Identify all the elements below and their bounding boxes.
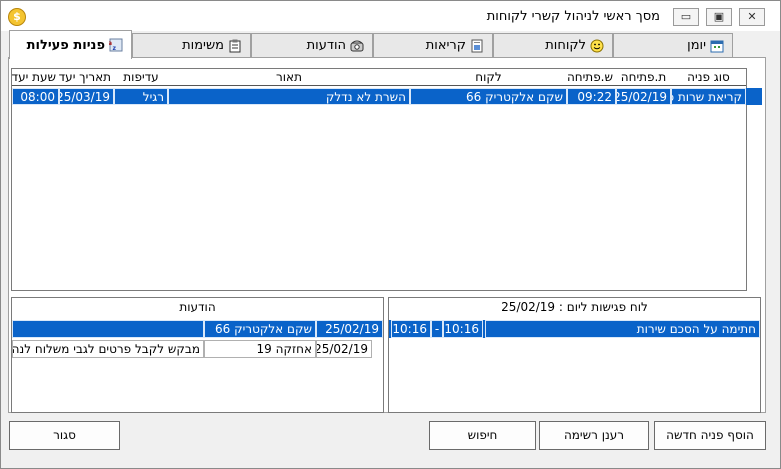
meeting-end: 10:16 [391, 320, 431, 338]
meeting-start: 10:16 [443, 320, 483, 338]
cell-type: קריאת שרות כנ [671, 88, 746, 105]
message-date: 25/02/19 [316, 340, 372, 358]
table-row[interactable]: 08:00 25/03/19 רגיל השרת לא נדלק שקם אלק… [12, 88, 762, 105]
cell-due-date: 25/03/19 [59, 88, 114, 105]
document-icon [471, 39, 483, 52]
meeting-separator: - [431, 320, 443, 338]
meetings-title: לוח פגישות ליום : 25/02/19 [501, 300, 648, 314]
meeting-subject: חתימה על הסכם שירות [485, 320, 760, 338]
message-from: אחזקה 19 [204, 340, 316, 358]
cell-open-date: 25/02/19 [616, 88, 671, 105]
tab-active-inquiries[interactable]: az פניות פעילות [9, 30, 132, 59]
cell-priority: רגיל [114, 88, 168, 105]
header-customer[interactable]: לקוח [410, 69, 567, 86]
message-date: 25/02/19 [316, 320, 383, 338]
smiley-icon [590, 39, 604, 52]
message-text [12, 320, 204, 338]
sort-az-icon: az [109, 38, 123, 52]
tab-tasks[interactable]: משימות [132, 33, 251, 57]
tab-messages[interactable]: הודעות [251, 33, 373, 57]
list-item[interactable]: מבקש לקבל פרטים לגבי משלוח לנהריה אחזקה … [12, 340, 383, 358]
tab-calendar[interactable]: יומן [613, 33, 733, 57]
tab-label: לקוחות [545, 38, 586, 53]
close-window-button[interactable]: ✕ [739, 8, 765, 26]
meetings-panel[interactable]: לוח פגישות ליום : 25/02/19 10:16 - 10:16… [388, 297, 761, 413]
header-due-date[interactable]: תאריך יעד [59, 69, 114, 86]
refresh-list-button[interactable]: רענן רשימה [539, 421, 649, 450]
list-item[interactable]: שקם אלקטריק 66 25/02/19 [12, 320, 383, 338]
svg-text:z: z [113, 45, 117, 52]
cell-description: השרת לא נדלק [168, 88, 410, 105]
title-bar[interactable]: $ מסך ראשי לניהול קשרי לקוחות ▭ ▣ ✕ [1, 1, 780, 31]
header-open-date[interactable]: ת.פתיחה [616, 69, 671, 86]
tab-label: קריאות [425, 38, 466, 53]
tab-customers[interactable]: לקוחות [493, 33, 613, 57]
add-inquiry-button[interactable]: הוסף פניה חדשה [654, 421, 766, 450]
phone-icon [350, 40, 364, 51]
tab-label: הודעות [306, 38, 346, 53]
search-button[interactable]: חיפוש [429, 421, 536, 450]
cell-due-time: 08:00 [12, 88, 59, 105]
close-button[interactable]: סגור [9, 421, 120, 450]
cell-open-time: 09:22 [567, 88, 616, 105]
messages-panel[interactable]: הודעות שקם אלקטריק 66 25/02/19 מבקש לקבל… [11, 297, 384, 413]
tab-label: יומן [687, 38, 706, 53]
tab-label: פניות פעילות [26, 37, 105, 53]
clipboard-icon [229, 39, 241, 52]
message-from: שקם אלקטריק 66 [204, 320, 316, 338]
tab-label: משימות [182, 38, 224, 53]
inquiries-table[interactable]: שעת יעד תאריך יעד עדיפות תאור לקוח ש.פתי… [11, 68, 762, 291]
list-item[interactable]: 10:16 - 10:16 חתימה על הסכם שירות [389, 320, 760, 338]
tab-calls[interactable]: קריאות [373, 33, 493, 57]
table-header: שעת יעד תאריך יעד עדיפות תאור לקוח ש.פתי… [12, 69, 746, 86]
calendar-icon [710, 40, 724, 52]
message-text: מבקש לקבל פרטים לגבי משלוח לנהריה [12, 340, 204, 358]
window-title: מסך ראשי לניהול קשרי לקוחות [486, 9, 660, 24]
messages-title: הודעות [179, 300, 216, 314]
tab-strip: יומן לקוחות קריאות הודעות משימות az פניו… [8, 30, 766, 59]
header-priority[interactable]: עדיפות [114, 69, 168, 86]
minimize-button[interactable]: ▭ [673, 8, 699, 26]
header-description[interactable]: תאור [168, 69, 410, 86]
maximize-button[interactable]: ▣ [706, 8, 732, 26]
cell-customer: שקם אלקטריק 66 [410, 88, 567, 105]
header-due-time[interactable]: שעת יעד [12, 69, 59, 86]
header-type[interactable]: סוג פניה [671, 69, 746, 86]
app-dollar-icon[interactable]: $ [8, 8, 26, 26]
header-open-time[interactable]: ש.פתיחה [567, 69, 616, 86]
